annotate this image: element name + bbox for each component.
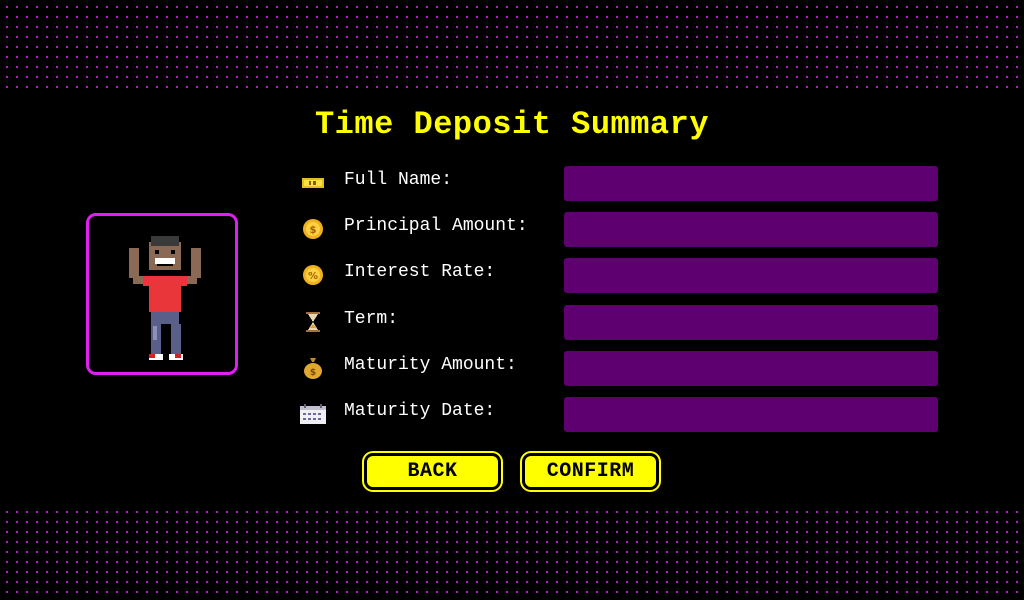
maturity-amount-field[interactable] [564, 351, 938, 386]
avatar [129, 236, 201, 360]
row-maturity-amount: $ Maturity Amount: [300, 351, 940, 387]
row-maturity-date: Maturity Date: [300, 397, 940, 433]
full-name-label: Full Name: [344, 170, 453, 190]
dot-pattern-top [0, 0, 1024, 92]
maturity-date-field[interactable] [564, 397, 938, 432]
principal-amount-label: Principal Amount: [344, 216, 528, 236]
hourglass-icon [300, 311, 326, 333]
svg-text:$: $ [310, 225, 317, 236]
money-bag-icon: $ [300, 357, 326, 379]
interest-rate-field[interactable] [564, 258, 938, 293]
row-interest-rate: % Interest Rate: [300, 258, 940, 294]
full-name-field[interactable] [564, 166, 938, 201]
summary-screen: Time Deposit Summary Full Name: $ Princi… [0, 0, 1024, 600]
term-field[interactable] [564, 305, 938, 340]
row-full-name: Full Name: [300, 166, 940, 202]
confirm-button[interactable]: CONFIRM [522, 453, 659, 490]
maturity-amount-label: Maturity Amount: [344, 355, 517, 375]
calendar-icon [300, 403, 326, 425]
row-term: Term: [300, 305, 940, 341]
avatar-frame [86, 213, 238, 375]
page-title: Time Deposit Summary [314, 106, 710, 143]
dot-pattern-bottom [0, 505, 1024, 600]
svg-text:$: $ [310, 368, 316, 378]
coin-percent-icon: % [300, 264, 326, 286]
back-button[interactable]: BACK [364, 453, 501, 490]
row-principal-amount: $ Principal Amount: [300, 212, 940, 248]
coin-icon: $ [300, 218, 326, 240]
svg-text:%: % [308, 271, 318, 282]
ticket-icon [300, 172, 326, 194]
maturity-date-label: Maturity Date: [344, 401, 496, 421]
interest-rate-label: Interest Rate: [344, 262, 496, 282]
principal-amount-field[interactable] [564, 212, 938, 247]
term-label: Term: [344, 309, 399, 329]
